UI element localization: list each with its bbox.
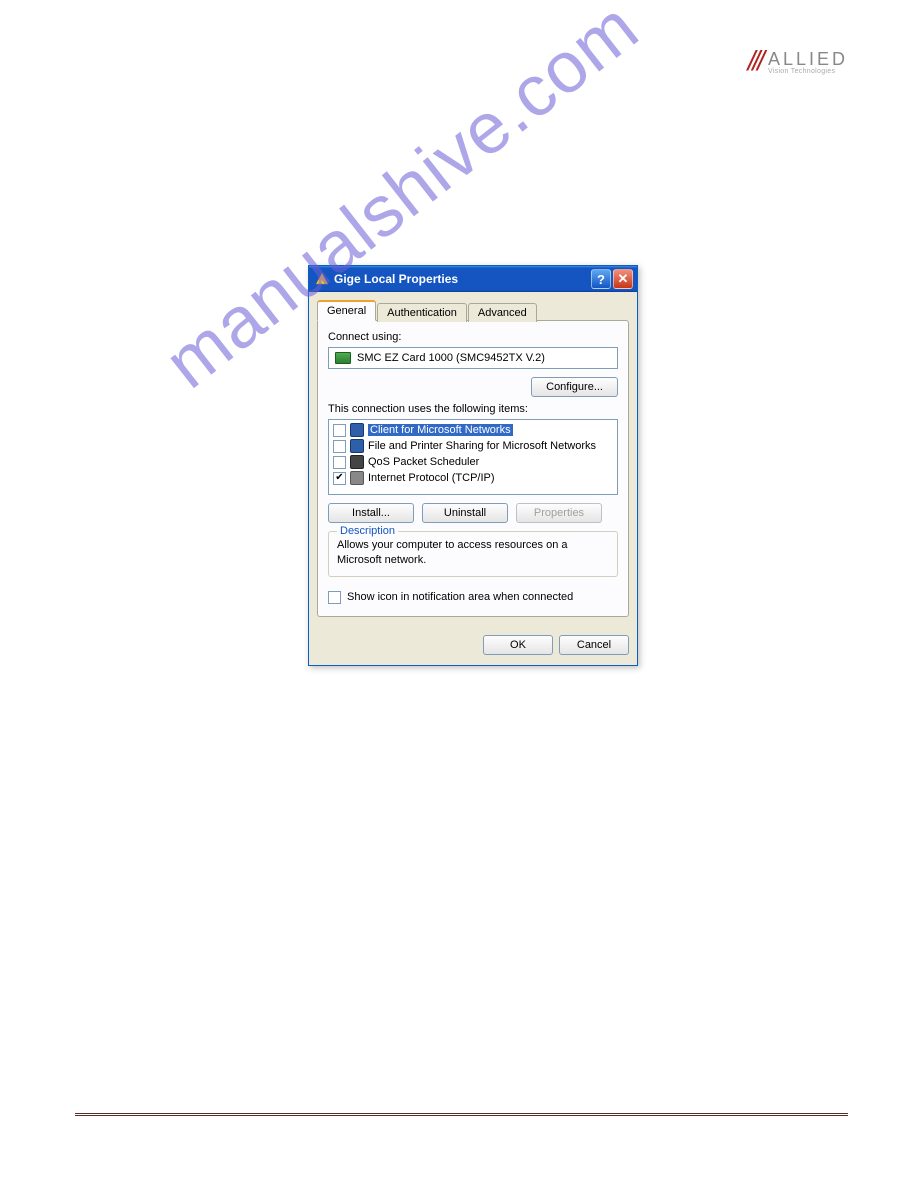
tcpip-icon [350,471,364,485]
tab-general[interactable]: General [317,300,376,321]
list-item[interactable]: File and Printer Sharing for Microsoft N… [331,438,615,454]
tab-strip: General Authentication Advanced [317,300,629,321]
tab-authentication[interactable]: Authentication [377,303,467,322]
list-item-label: Client for Microsoft Networks [368,424,513,436]
description-legend: Description [337,525,398,537]
install-button[interactable]: Install... [328,503,414,523]
tab-pane-general: Connect using: SMC EZ Card 1000 (SMC9452… [317,320,629,617]
page-footer-divider [75,1113,848,1116]
list-item-label: File and Printer Sharing for Microsoft N… [368,440,596,452]
logo-slashes-icon: /// [748,50,762,72]
connection-items-list[interactable]: Client for Microsoft Networks File and P… [328,419,618,495]
adapter-name: SMC EZ Card 1000 (SMC9452TX V.2) [357,352,545,364]
checkbox[interactable] [333,424,346,437]
client-icon [350,423,364,437]
list-item-label: Internet Protocol (TCP/IP) [368,472,495,484]
connect-using-label: Connect using: [328,331,618,343]
cancel-button[interactable]: Cancel [559,635,629,655]
list-item-label: QoS Packet Scheduler [368,456,479,468]
description-group: Description Allows your computer to acce… [328,531,618,577]
list-item[interactable]: QoS Packet Scheduler [331,454,615,470]
uninstall-button[interactable]: Uninstall [422,503,508,523]
help-button[interactable]: ? [591,269,611,289]
network-card-icon [335,352,351,364]
adapter-field[interactable]: SMC EZ Card 1000 (SMC9452TX V.2) [328,347,618,369]
show-icon-label: Show icon in notification area when conn… [347,591,573,603]
logo-subtext: Vision Technologies [768,68,848,75]
titlebar[interactable]: Gige Local Properties ? ✕ [309,266,637,292]
ok-button[interactable]: OK [483,635,553,655]
items-label: This connection uses the following items… [328,403,618,415]
window-title: Gige Local Properties [334,272,458,286]
checkbox[interactable] [333,440,346,453]
logo-name: ALLIED [768,50,848,68]
show-icon-checkbox[interactable] [328,591,341,604]
configure-button[interactable]: Configure... [531,377,618,397]
properties-button: Properties [516,503,602,523]
file-printer-share-icon [350,439,364,453]
close-button[interactable]: ✕ [613,269,633,289]
dialog-footer: OK Cancel [309,627,637,665]
properties-dialog: Gige Local Properties ? ✕ General Authen… [308,265,638,666]
window-icon [315,272,329,286]
qos-icon [350,455,364,469]
list-item[interactable]: Internet Protocol (TCP/IP) [331,470,615,486]
list-item[interactable]: Client for Microsoft Networks [331,422,615,438]
tab-advanced[interactable]: Advanced [468,303,537,322]
checkbox[interactable] [333,472,346,485]
description-text: Allows your computer to access resources… [337,538,609,568]
checkbox[interactable] [333,456,346,469]
brand-logo: /// ALLIED Vision Technologies [748,50,848,75]
